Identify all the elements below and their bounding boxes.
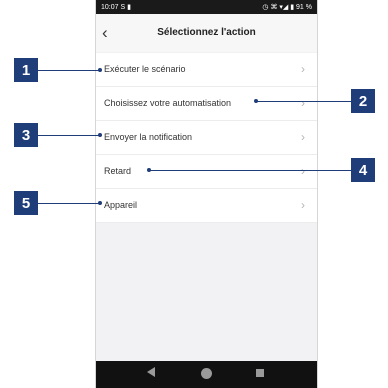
callout-badge-2: 2 (351, 89, 375, 113)
callout-badge-3: 3 (14, 123, 38, 147)
callout-badge-4: 4 (351, 158, 375, 182)
list-item-label: Envoyer la notification (104, 132, 193, 142)
callout-badge-1: 1 (14, 58, 38, 82)
home-icon[interactable] (201, 368, 212, 379)
callout-dot-1 (98, 68, 102, 72)
callout-dot-3 (98, 133, 102, 137)
status-right-icons: ◷ ⌘ ▾◢ ▮ 91 % (262, 4, 312, 11)
list-item-delay[interactable]: Retard › (96, 155, 317, 189)
page-title: Sélectionnez l'action (157, 27, 256, 38)
header: ‹ Sélectionnez l'action (96, 14, 317, 52)
list-item-label: Exécuter le scénario (104, 64, 186, 74)
callout-leader-4 (149, 170, 351, 171)
status-bar: 10:07 S ▮ ◷ ⌘ ▾◢ ▮ 91 % (96, 0, 317, 14)
list-item-choose-automation[interactable]: Choisissez votre automatisation › (96, 87, 317, 121)
chevron-right-icon: › (301, 198, 305, 212)
callout-dot-5 (98, 201, 102, 205)
phone-screen: 10:07 S ▮ ◷ ⌘ ▾◢ ▮ 91 % ‹ Sélectionnez l… (95, 0, 318, 388)
status-left: 10:07 S ▮ (101, 3, 131, 11)
status-time: 10:07 (101, 4, 119, 11)
list-item-send-notification[interactable]: Envoyer la notification › (96, 121, 317, 155)
list-item-label: Choisissez votre automatisation (104, 98, 232, 108)
chevron-right-icon: › (301, 62, 305, 76)
chevron-right-icon: › (301, 96, 305, 110)
list-item-label: Appareil (104, 200, 138, 210)
android-nav-bar (96, 361, 317, 388)
list-item-label: Retard (104, 166, 132, 176)
callout-dot-2 (254, 99, 258, 103)
chevron-right-icon: › (301, 130, 305, 144)
list-item-device[interactable]: Appareil › (96, 189, 317, 223)
callout-badge-5: 5 (14, 191, 38, 215)
chevron-right-icon: › (301, 164, 305, 178)
status-left-icons: S ▮ (120, 4, 131, 11)
callout-leader-1 (38, 70, 100, 71)
callout-leader-2 (256, 101, 351, 102)
list-item-execute-scenario[interactable]: Exécuter le scénario › (96, 53, 317, 87)
callout-leader-3 (38, 135, 100, 136)
recents-icon[interactable] (256, 369, 264, 377)
back-icon[interactable] (147, 367, 155, 377)
callout-dot-4 (147, 168, 151, 172)
callout-leader-5 (38, 203, 100, 204)
action-list: Exécuter le scénario › Choisissez votre … (96, 53, 317, 223)
